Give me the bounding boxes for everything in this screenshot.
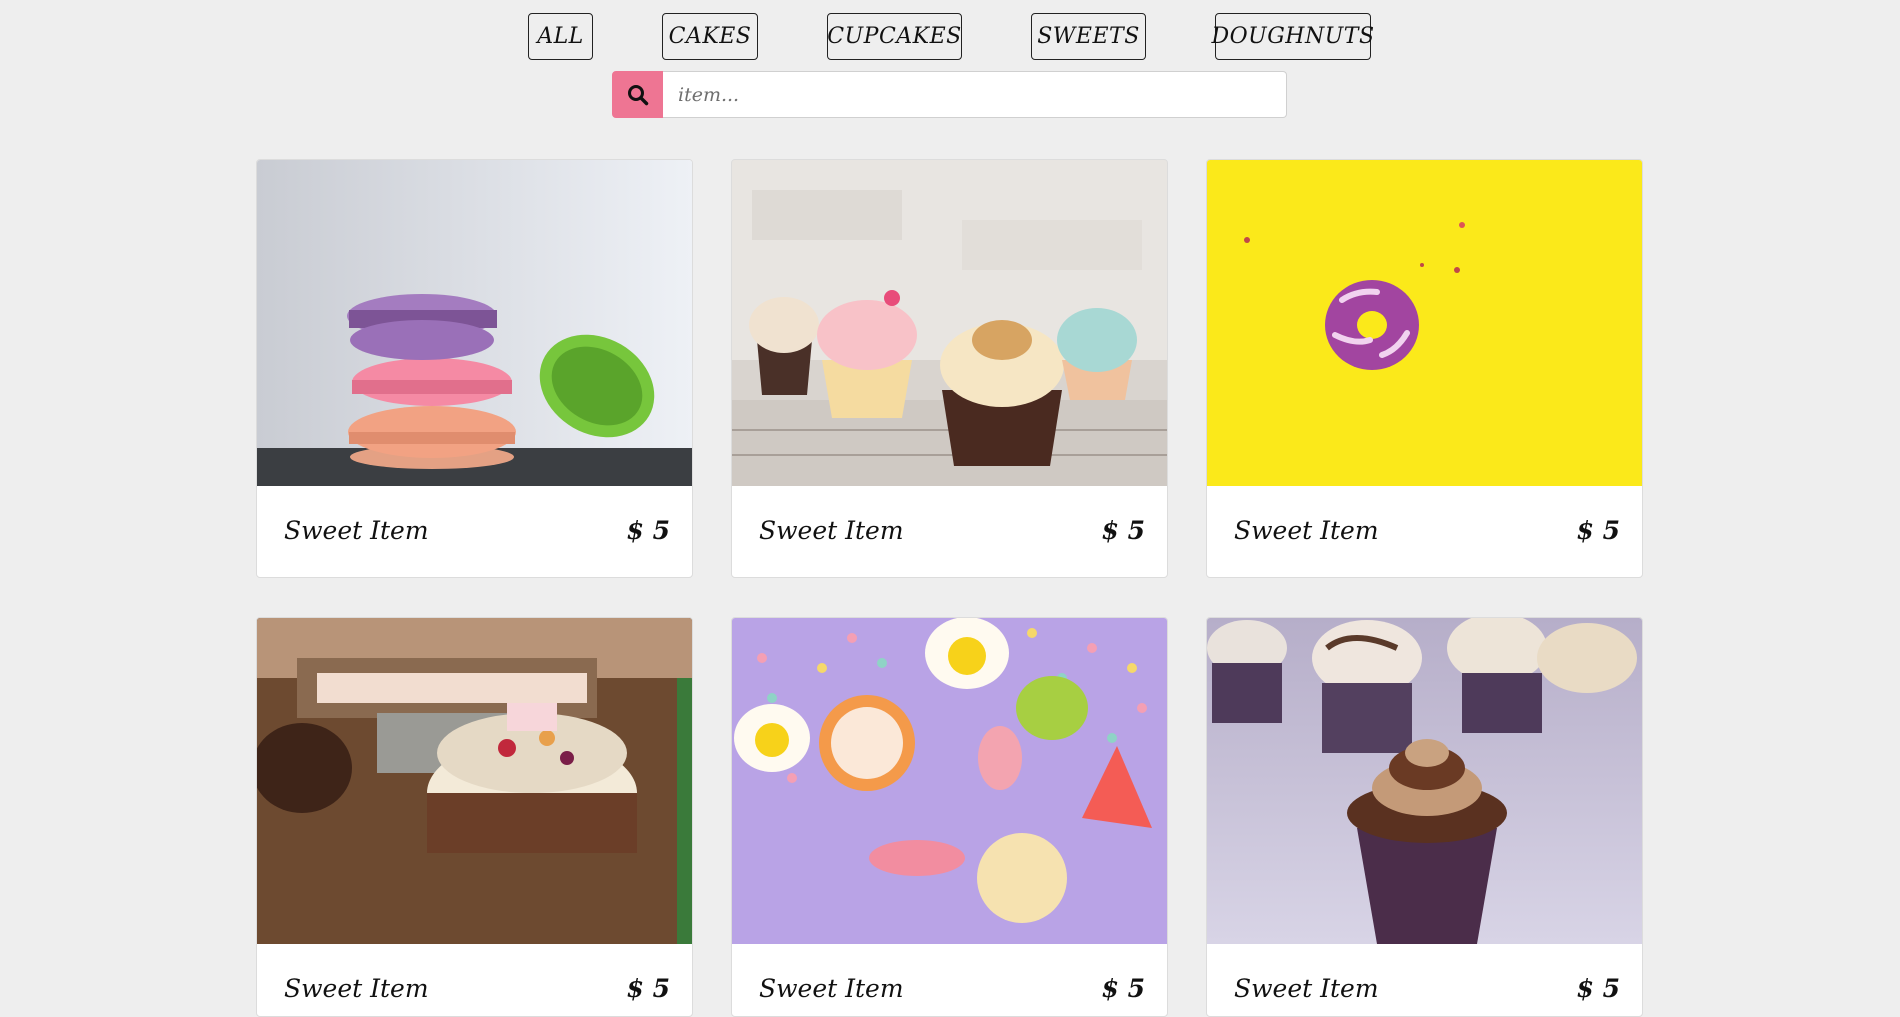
product-card[interactable]: Sweet Item $ 5 xyxy=(1206,617,1643,1017)
product-card[interactable]: Sweet Item $ 5 xyxy=(256,159,693,578)
search-icon xyxy=(627,84,648,105)
product-price: $ 5 xyxy=(1576,515,1621,545)
filter-sweets-button[interactable]: SWEETS xyxy=(1031,13,1146,60)
product-title: Sweet Item xyxy=(759,515,904,545)
search-button[interactable] xyxy=(612,71,663,118)
product-price: $ 5 xyxy=(626,973,671,1003)
macarons-image xyxy=(257,160,692,486)
search-bar xyxy=(612,71,1287,118)
filter-cupcakes-button[interactable]: CUPCAKES xyxy=(827,13,962,60)
filter-cakes-button[interactable]: CAKES xyxy=(662,13,758,60)
product-title: Sweet Item xyxy=(284,515,429,545)
product-title: Sweet Item xyxy=(1234,973,1379,1003)
product-price: $ 5 xyxy=(1101,515,1146,545)
chocolate-cupcakes-image xyxy=(1207,618,1642,944)
doughnut-image xyxy=(1207,160,1642,486)
search-input[interactable] xyxy=(663,71,1287,118)
cake-image xyxy=(257,618,692,944)
filter-bar: ALL CAKES CUPCAKES SWEETS DOUGHNUTS xyxy=(0,13,1900,61)
product-card[interactable]: Sweet Item $ 5 xyxy=(1206,159,1643,578)
filter-all-button[interactable]: ALL xyxy=(528,13,593,60)
product-card[interactable]: Sweet Item $ 5 xyxy=(256,617,693,1017)
product-card[interactable]: Sweet Item $ 5 xyxy=(731,159,1168,578)
product-title: Sweet Item xyxy=(284,973,429,1003)
filter-doughnuts-button[interactable]: DOUGHNUTS xyxy=(1212,13,1374,60)
cupcakes-image xyxy=(732,160,1167,486)
product-price: $ 5 xyxy=(1101,973,1146,1003)
product-price: $ 5 xyxy=(626,515,671,545)
candies-image xyxy=(732,618,1167,944)
product-title: Sweet Item xyxy=(759,973,904,1003)
product-price: $ 5 xyxy=(1576,973,1621,1003)
product-title: Sweet Item xyxy=(1234,515,1379,545)
product-card[interactable]: Sweet Item $ 5 xyxy=(731,617,1168,1017)
